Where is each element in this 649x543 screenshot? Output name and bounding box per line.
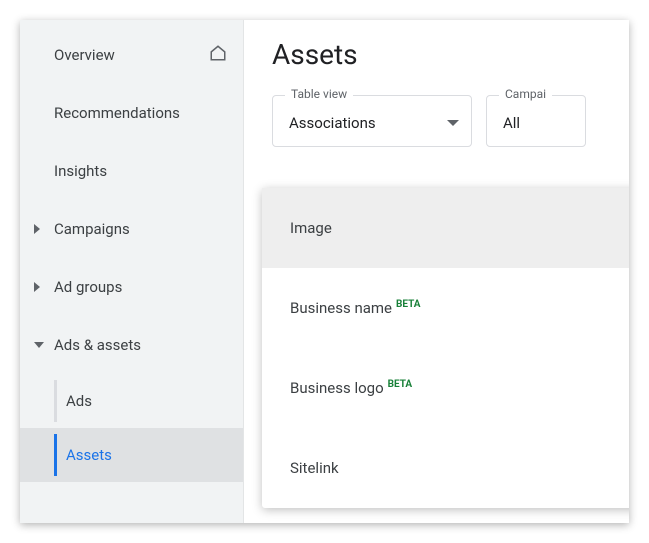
campaign-legend: Campai (499, 87, 552, 101)
filter-row: Table view Associations Campai All (272, 95, 629, 147)
table-view-value: Associations (289, 114, 376, 132)
chevron-right-icon (34, 224, 40, 234)
dropdown-item-label: Sitelink (290, 459, 339, 477)
sidebar-item-ad-groups[interactable]: Ad groups (20, 258, 243, 316)
sidebar-item-overview[interactable]: Overview (20, 26, 243, 84)
beta-badge: BETA (396, 299, 421, 310)
sidebar-item-campaigns[interactable]: Campaigns (20, 200, 243, 258)
sidebar-item-label: Campaigns (54, 220, 130, 238)
dropdown-item-sitelink[interactable]: Sitelink (262, 428, 629, 508)
sidebar-item-label: Ads & assets (54, 336, 141, 354)
home-icon (209, 44, 227, 66)
table-view-legend: Table view (285, 87, 353, 101)
beta-badge: BETA (388, 379, 413, 390)
dropdown-item-image[interactable]: Image (262, 188, 629, 268)
sidebar-item-ads-and-assets[interactable]: Ads & assets (20, 316, 243, 374)
dropdown-item-label: Business name (290, 299, 392, 317)
sidebar-subitem-label: Assets (66, 446, 112, 464)
dropdown-item-business-name[interactable]: Business name BETA (262, 268, 629, 348)
sidebar-item-label: Recommendations (54, 104, 180, 122)
app-frame: Overview Recommendations Insights Campai… (20, 20, 629, 523)
asset-type-dropdown: Image Business name BETA Business logo B… (262, 188, 629, 508)
sidebar-subitem-assets[interactable]: Assets (20, 428, 243, 482)
table-view-select[interactable]: Table view Associations (272, 95, 472, 147)
chevron-right-icon (34, 282, 40, 292)
sidebar-subitem-label: Ads (66, 392, 92, 410)
dropdown-item-label: Image (290, 219, 332, 237)
sidebar-item-insights[interactable]: Insights (20, 142, 243, 200)
campaign-value: All (503, 114, 520, 132)
sidebar: Overview Recommendations Insights Campai… (20, 20, 244, 523)
campaign-select[interactable]: Campai All (486, 95, 586, 147)
sidebar-item-label: Overview (54, 46, 115, 64)
caret-down-icon (447, 120, 459, 126)
sidebar-subitem-ads[interactable]: Ads (20, 374, 243, 428)
sidebar-item-recommendations[interactable]: Recommendations (20, 84, 243, 142)
sidebar-item-label: Insights (54, 162, 107, 180)
dropdown-item-business-logo[interactable]: Business logo BETA (262, 348, 629, 428)
chevron-down-icon (34, 342, 44, 348)
main-content: Assets Table view Associations Campai Al… (244, 20, 629, 523)
sidebar-item-label: Ad groups (54, 278, 122, 296)
page-title: Assets (272, 38, 629, 71)
dropdown-item-label: Business logo (290, 379, 384, 397)
